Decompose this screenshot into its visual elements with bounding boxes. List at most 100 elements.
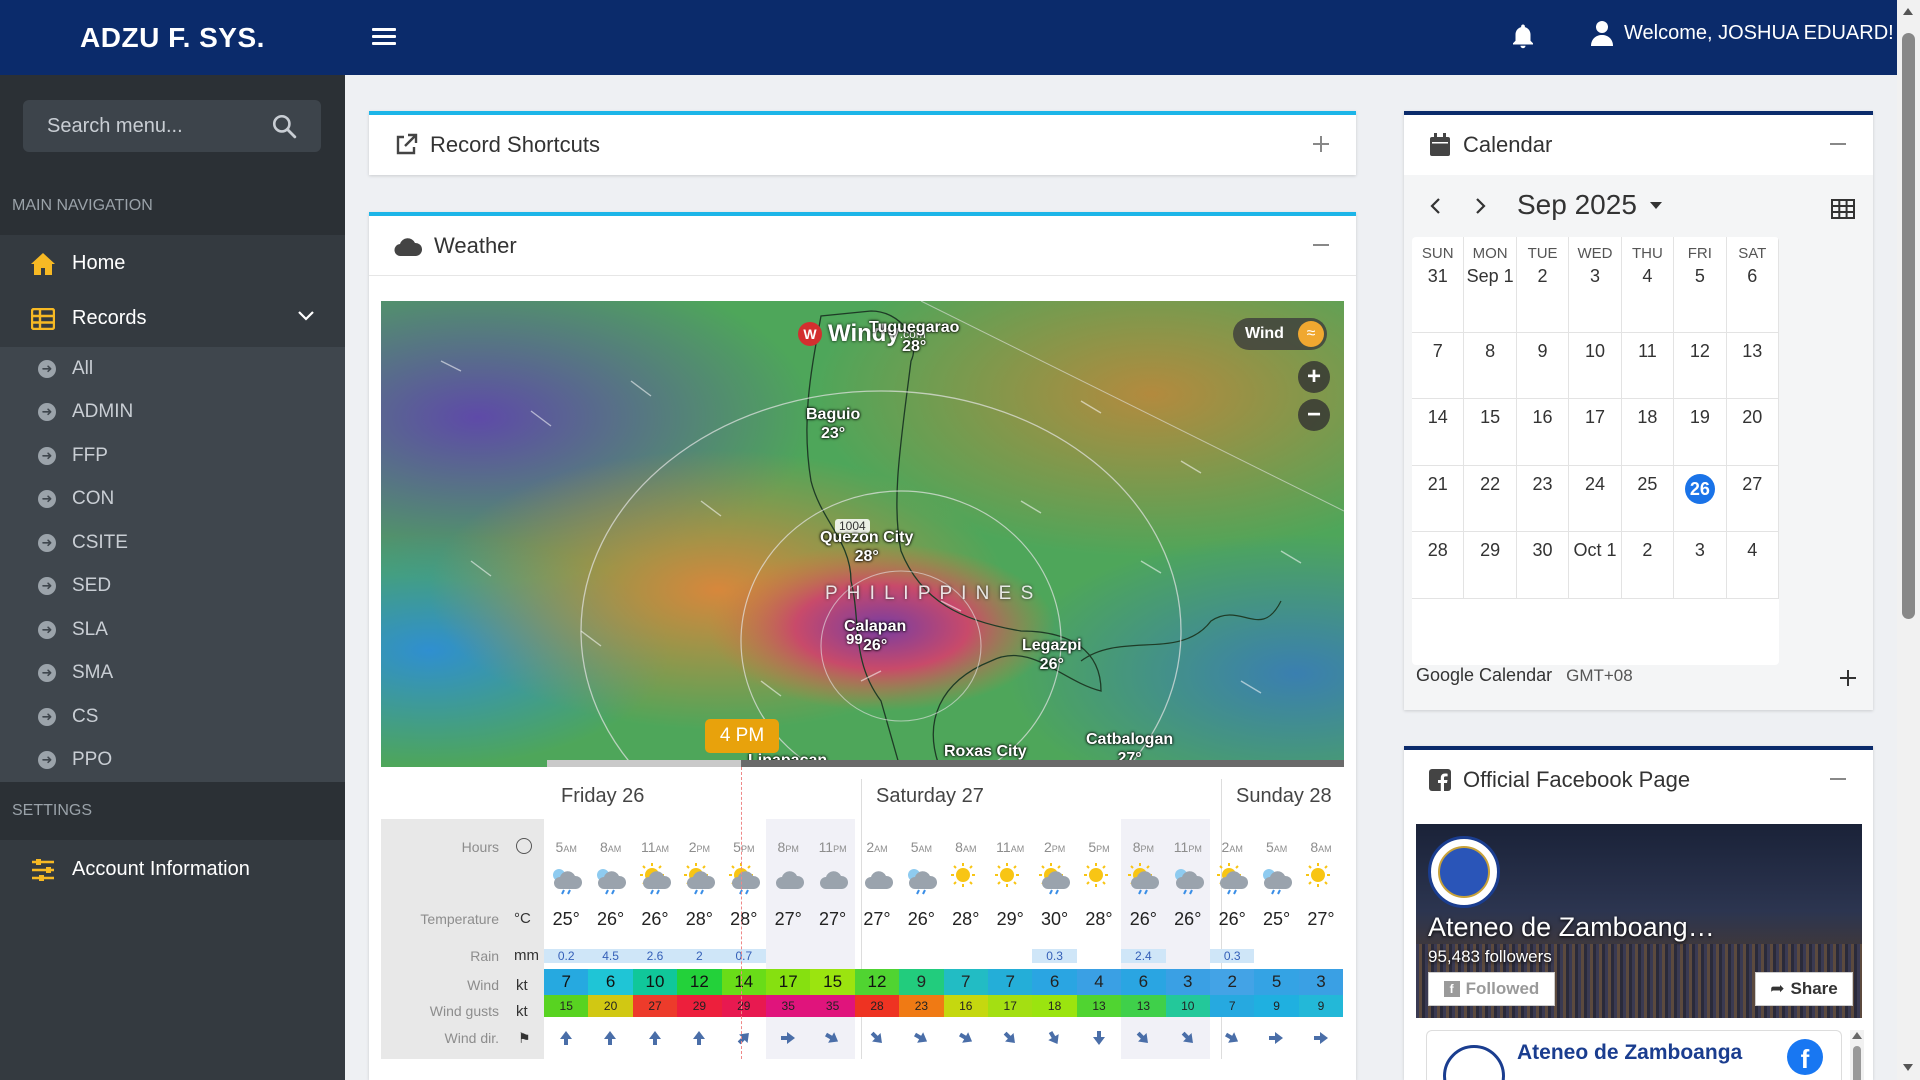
brand-logo[interactable]: ADZU F. SYS.: [0, 0, 345, 75]
sidebar-item-account-information[interactable]: Account Information: [0, 842, 345, 897]
calendar-day-cell[interactable]: 30: [1516, 532, 1570, 599]
sidebar-subitem-sma[interactable]: ➜ SMA: [0, 652, 345, 696]
expand-plus-icon[interactable]: [1310, 133, 1332, 155]
calendar-day-cell[interactable]: SUN 31: [1412, 237, 1465, 333]
calendar-day-cell[interactable]: 22: [1464, 465, 1517, 533]
calendar-day-cell[interactable]: 27: [1726, 465, 1779, 533]
fb-scrollbar-track[interactable]: [1850, 1030, 1864, 1080]
collapse-minus-icon[interactable]: [1827, 768, 1849, 790]
forecast-column[interactable]: 2AM 26° 0.3 2 7: [1210, 819, 1255, 1059]
calendar-day-cell[interactable]: 17: [1569, 399, 1622, 466]
calendar-day-cell[interactable]: 7: [1412, 333, 1465, 400]
scroll-up-icon[interactable]: [1903, 8, 1913, 15]
calendar-day-cell[interactable]: 26: [1674, 465, 1727, 533]
calendar-prev-icon[interactable]: [1428, 197, 1442, 215]
followed-button[interactable]: f Followed: [1428, 972, 1555, 1006]
calendar-grid-view-icon[interactable]: [1831, 199, 1855, 219]
zoom-in-button[interactable]: +: [1298, 361, 1330, 393]
page-scrollbar[interactable]: [1897, 0, 1920, 1080]
chevron-down-icon[interactable]: [297, 310, 315, 322]
sidebar-subitem-con[interactable]: ➜ CON: [0, 478, 345, 522]
calendar-day-cell[interactable]: 18: [1621, 399, 1675, 466]
sidebar-subitem-csite[interactable]: ➜ CSITE: [0, 521, 345, 565]
sidebar-subitem-admin[interactable]: ➜ ADMIN: [0, 391, 345, 435]
calendar-day-cell[interactable]: 10: [1569, 333, 1622, 400]
calendar-day-cell[interactable]: THU 4: [1621, 237, 1675, 333]
user-menu[interactable]: Welcome, JOSHUA EDUARD!: [1590, 20, 1894, 46]
forecast-column[interactable]: 8AM 26° 4.5 6 20: [588, 819, 633, 1059]
calendar-day-cell[interactable]: 2: [1621, 532, 1675, 599]
share-button[interactable]: ➦ Share: [1755, 972, 1853, 1006]
calendar-day-cell[interactable]: 16: [1516, 399, 1570, 466]
post-avatar: [1443, 1045, 1505, 1080]
page-scrollbar-thumb[interactable]: [1902, 33, 1915, 619]
collapse-minus-icon[interactable]: [1310, 234, 1332, 256]
calendar-day-cell[interactable]: 24: [1569, 465, 1622, 533]
calendar-day-cell[interactable]: 8: [1464, 333, 1517, 400]
sidebar-subitem-cs[interactable]: ➜ CS: [0, 695, 345, 739]
fb-scrollbar-thumb[interactable]: [1853, 1046, 1861, 1080]
calendar-day-cell[interactable]: 12: [1674, 333, 1727, 400]
forecast-column[interactable]: 5AM 25° 0.2 7 15: [544, 819, 589, 1059]
forecast-column[interactable]: 8AM 27° 3 9: [1298, 819, 1344, 1059]
calendar-day-cell[interactable]: 15: [1464, 399, 1517, 466]
calendar-day-cell[interactable]: 20: [1726, 399, 1779, 466]
post-page-name[interactable]: Ateneo de Zamboanga: [1517, 1041, 1742, 1065]
wind-layer-button[interactable]: Wind ≈: [1233, 318, 1327, 350]
calendar-day-cell[interactable]: 13: [1726, 333, 1779, 400]
calendar-day-cell[interactable]: 4: [1726, 532, 1779, 599]
sidebar-item-home[interactable]: Home: [0, 236, 345, 291]
forecast-column[interactable]: 2PM 30° 0.3 6 18: [1032, 819, 1077, 1059]
forecast-column[interactable]: 5PM 28° 4 13: [1076, 819, 1122, 1059]
timeline-time-badge[interactable]: 4 PM: [705, 719, 779, 753]
forecast-column[interactable]: 5AM 26° 9 23: [899, 819, 944, 1059]
forecast-column[interactable]: 11PM 26° 3 10: [1165, 819, 1210, 1059]
sidebar-subitem-all[interactable]: ➜ All: [0, 347, 345, 391]
windy-weather-map[interactable]: W Windy .com Wind ≈ + − Tuguegarao 28° Ba…: [381, 301, 1344, 767]
calendar-day-cell[interactable]: MON Sep 1: [1464, 237, 1517, 333]
forecast-column[interactable]: 8AM 28° 7 16: [943, 819, 988, 1059]
calendar-day-cell[interactable]: 19: [1674, 399, 1727, 466]
forecast-column[interactable]: 2PM 28° 2 12 29: [677, 819, 722, 1059]
forecast-column[interactable]: 2AM 27° 12 28: [854, 819, 900, 1059]
forecast-column[interactable]: 8PM 26° 2.4 6 13: [1121, 819, 1166, 1059]
calendar-day-cell[interactable]: 29: [1464, 532, 1517, 599]
facebook-page-name[interactable]: Ateneo de Zamboang…: [1428, 912, 1715, 943]
sidebar-subitem-sla[interactable]: ➜ SLA: [0, 608, 345, 652]
calendar-next-icon[interactable]: [1474, 197, 1488, 215]
scroll-down-icon[interactable]: [1903, 1064, 1913, 1071]
calendar-day-cell[interactable]: 25: [1621, 465, 1675, 533]
add-event-plus-icon[interactable]: [1838, 668, 1858, 688]
calendar-day-cell[interactable]: 23: [1516, 465, 1570, 533]
calendar-day-cell[interactable]: 21: [1412, 465, 1465, 533]
calendar-month-selector[interactable]: Sep 2025: [1517, 189, 1663, 221]
calendar-day-cell[interactable]: 14: [1412, 399, 1465, 466]
sidebar-subitem-sed[interactable]: ➜ SED: [0, 565, 345, 609]
calendar-day-cell[interactable]: 3: [1674, 532, 1727, 599]
zoom-out-button[interactable]: −: [1298, 399, 1330, 431]
sidebar-subitem-ppo[interactable]: ➜ PPO: [0, 739, 345, 783]
search-menu-input[interactable]: [47, 114, 247, 138]
facebook-cover[interactable]: Ateneo de Zamboang… 95,483 followers f Fo…: [1416, 824, 1862, 1018]
forecast-column[interactable]: 11AM 26° 2.6 10 27: [632, 819, 678, 1059]
forecast-column[interactable]: 11AM 29° 7 17: [988, 819, 1033, 1059]
scroll-up-icon[interactable]: [1852, 1032, 1862, 1039]
calendar-day-cell[interactable]: 11: [1621, 333, 1675, 400]
sidebar-item-records[interactable]: Records: [0, 291, 345, 346]
sidebar-subitem-ffp[interactable]: ➜ FFP: [0, 434, 345, 478]
notification-bell-icon[interactable]: [1508, 22, 1538, 57]
calendar-day-cell[interactable]: TUE 2: [1516, 237, 1570, 333]
calendar-day-cell[interactable]: 9: [1516, 333, 1570, 400]
search-icon[interactable]: [271, 113, 297, 139]
calendar-day-cell[interactable]: SAT 6: [1726, 237, 1779, 333]
calendar-day-cell[interactable]: FRI 5: [1674, 237, 1727, 333]
forecast-column[interactable]: 5PM 28° 0.7 14 29: [721, 819, 766, 1059]
forecast-column[interactable]: 11PM 27° 15 35: [810, 819, 855, 1059]
forecast-column[interactable]: 8PM 27° 17 35: [766, 819, 811, 1059]
forecast-column[interactable]: 5AM 25° 5 9: [1254, 819, 1299, 1059]
calendar-day-cell[interactable]: WED 3: [1569, 237, 1622, 333]
calendar-day-cell[interactable]: 28: [1412, 532, 1465, 599]
calendar-day-cell[interactable]: Oct 1: [1569, 532, 1622, 599]
collapse-minus-icon[interactable]: [1827, 133, 1849, 155]
hamburger-menu-icon[interactable]: [372, 24, 396, 50]
